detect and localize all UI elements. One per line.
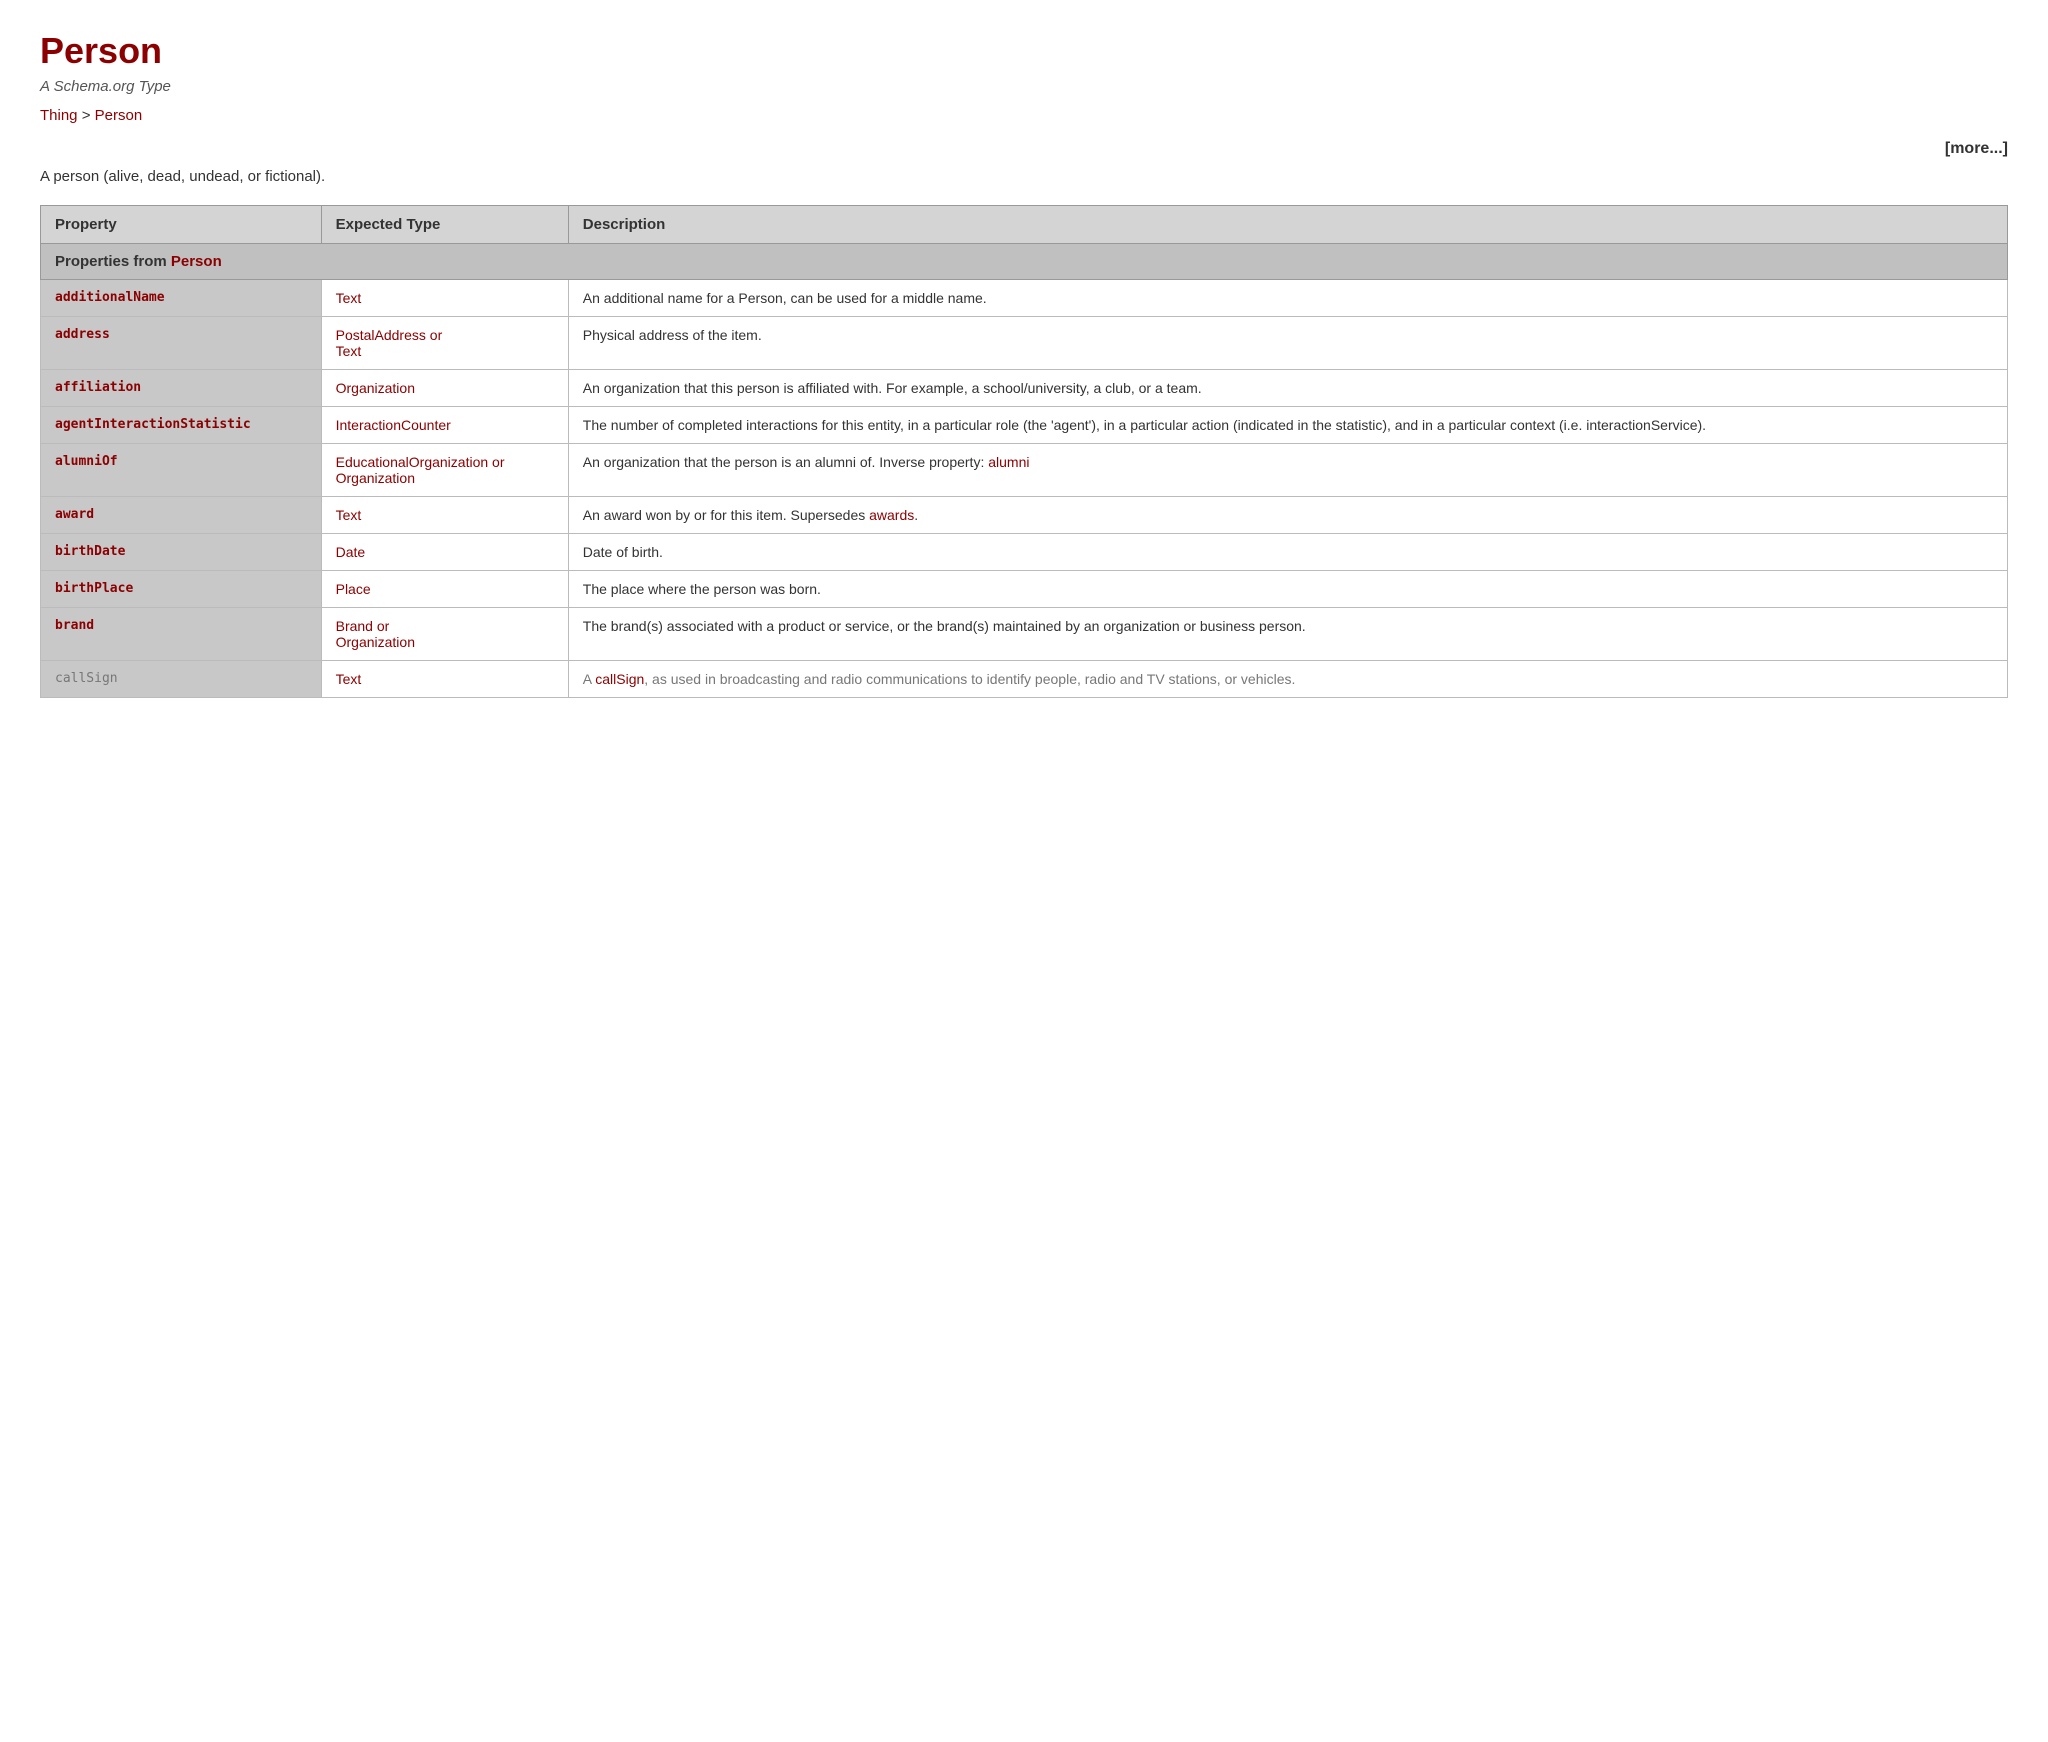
- breadcrumb: Thing > Person: [40, 107, 2008, 124]
- type-link-InteractionCounter[interactable]: InteractionCounter: [336, 417, 451, 433]
- desc-cell-birthPlace: The place where the person was born.: [568, 571, 2007, 608]
- type-link-Date[interactable]: Date: [336, 544, 366, 560]
- desc-cell-callSign: A callSign, as used in broadcasting and …: [568, 661, 2007, 698]
- desc-cell-additionalName: An additional name for a Person, can be …: [568, 280, 2007, 317]
- type-link-Place[interactable]: Place: [336, 581, 371, 597]
- section-header-row: Properties from Person: [41, 244, 2008, 280]
- type-link-Organization-affiliation[interactable]: Organization: [336, 380, 415, 396]
- breadcrumb-separator: >: [82, 107, 95, 124]
- type-cell-agentInteractionStatistic: InteractionCounter: [321, 407, 568, 444]
- table-row: affiliation Organization An organization…: [41, 370, 2008, 407]
- page-title: Person: [40, 30, 2008, 72]
- breadcrumb-thing[interactable]: Thing: [40, 107, 78, 124]
- section-header-cell: Properties from Person: [41, 244, 2008, 280]
- table-row: agentInteractionStatistic InteractionCou…: [41, 407, 2008, 444]
- desc-cell-alumniOf: An organization that the person is an al…: [568, 444, 2007, 497]
- property-cell-agentInteractionStatistic[interactable]: agentInteractionStatistic: [41, 407, 322, 444]
- type-link-EducationalOrganization[interactable]: EducationalOrganization: [336, 454, 489, 470]
- property-cell-birthPlace[interactable]: birthPlace: [41, 571, 322, 608]
- desc-cell-affiliation: An organization that this person is affi…: [568, 370, 2007, 407]
- type-cell-affiliation: Organization: [321, 370, 568, 407]
- property-cell-additionalName[interactable]: additionalName: [41, 280, 322, 317]
- type-cell-callSign: Text: [321, 661, 568, 698]
- section-label: Properties from: [55, 253, 171, 270]
- table-row: birthPlace Place The place where the per…: [41, 571, 2008, 608]
- property-cell-affiliation[interactable]: affiliation: [41, 370, 322, 407]
- link-callSign[interactable]: callSign: [595, 671, 644, 687]
- table-row: birthDate Date Date of birth.: [41, 534, 2008, 571]
- desc-cell-agentInteractionStatistic: The number of completed interactions for…: [568, 407, 2007, 444]
- desc-cell-birthDate: Date of birth.: [568, 534, 2007, 571]
- type-link-Organization-alumniOf[interactable]: Organization: [336, 470, 415, 486]
- property-cell-alumniOf[interactable]: alumniOf: [41, 444, 322, 497]
- type-cell-additionalName: Text: [321, 280, 568, 317]
- type-link-Text[interactable]: Text: [336, 290, 362, 306]
- link-awards[interactable]: awards: [869, 507, 914, 523]
- property-cell-callSign[interactable]: callSign: [41, 661, 322, 698]
- type-cell-birthPlace: Place: [321, 571, 568, 608]
- section-highlight[interactable]: Person: [171, 253, 222, 270]
- page-subtitle: A Schema.org Type: [40, 78, 2008, 95]
- col-header-property: Property: [41, 206, 322, 244]
- more-link[interactable]: [more...]: [1945, 140, 2008, 158]
- type-link-Organization-brand[interactable]: Organization: [336, 634, 415, 650]
- type-link-Text-award[interactable]: Text: [336, 507, 362, 523]
- desc-cell-brand: The brand(s) associated with a product o…: [568, 608, 2007, 661]
- type-cell-alumniOf: EducationalOrganization or Organization: [321, 444, 568, 497]
- col-header-expected-type: Expected Type: [321, 206, 568, 244]
- desc-cell-address: Physical address of the item.: [568, 317, 2007, 370]
- type-cell-brand: Brand or Organization: [321, 608, 568, 661]
- table-header-row: Property Expected Type Description: [41, 206, 2008, 244]
- property-cell-birthDate[interactable]: birthDate: [41, 534, 322, 571]
- table-row: additionalName Text An additional name f…: [41, 280, 2008, 317]
- type-link-Text-callSign[interactable]: Text: [336, 671, 362, 687]
- link-alumni[interactable]: alumni: [988, 454, 1029, 470]
- table-row: award Text An award won by or for this i…: [41, 497, 2008, 534]
- type-cell-award: Text: [321, 497, 568, 534]
- type-link-Text-address[interactable]: Text: [336, 343, 362, 359]
- table-row: address PostalAddress or Text Physical a…: [41, 317, 2008, 370]
- type-description: A person (alive, dead, undead, or fictio…: [40, 168, 2008, 185]
- property-cell-award[interactable]: award: [41, 497, 322, 534]
- property-cell-address[interactable]: address: [41, 317, 322, 370]
- type-cell-address: PostalAddress or Text: [321, 317, 568, 370]
- type-link-PostalAddress[interactable]: PostalAddress: [336, 327, 426, 343]
- desc-cell-award: An award won by or for this item. Supers…: [568, 497, 2007, 534]
- breadcrumb-person[interactable]: Person: [95, 107, 143, 124]
- type-link-Brand[interactable]: Brand: [336, 618, 373, 634]
- table-row: alumniOf EducationalOrganization or Orga…: [41, 444, 2008, 497]
- col-header-description: Description: [568, 206, 2007, 244]
- properties-table: Property Expected Type Description Prope…: [40, 205, 2008, 698]
- property-cell-brand[interactable]: brand: [41, 608, 322, 661]
- type-cell-birthDate: Date: [321, 534, 568, 571]
- table-row: callSign Text A callSign, as used in bro…: [41, 661, 2008, 698]
- table-row: brand Brand or Organization The brand(s)…: [41, 608, 2008, 661]
